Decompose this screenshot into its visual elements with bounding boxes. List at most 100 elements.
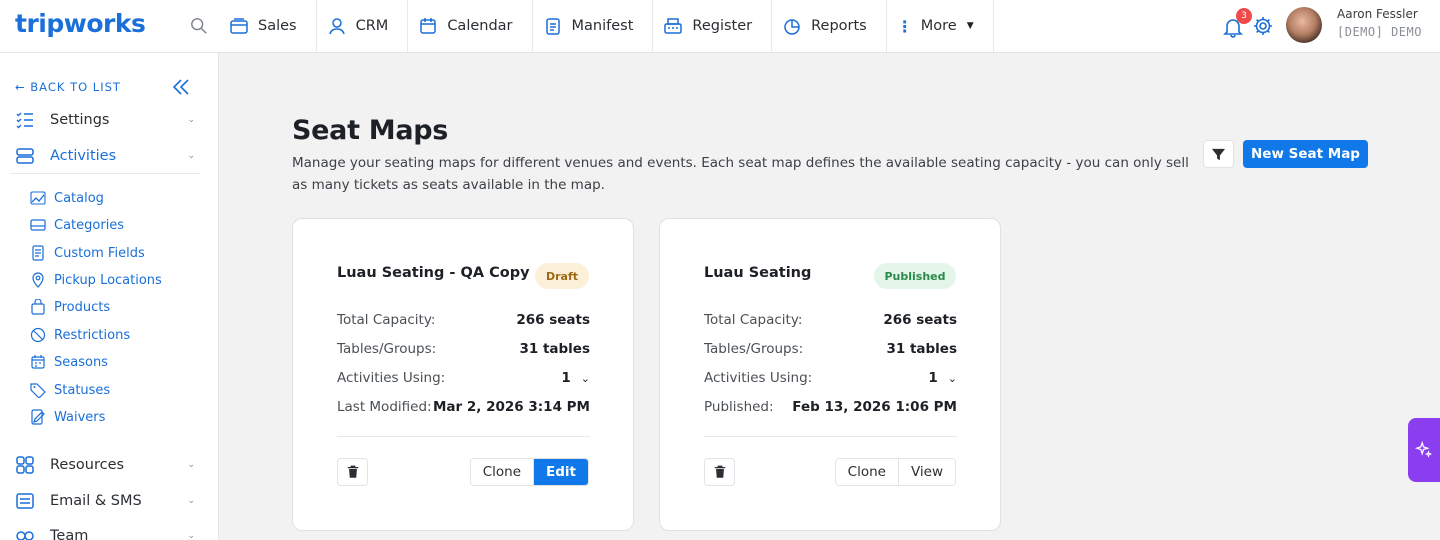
sidebar-item-label: Pickup Locations <box>54 272 162 288</box>
pie-chart-icon <box>782 16 802 36</box>
sidebar-item-waivers[interactable]: Waivers <box>30 408 105 426</box>
clone-button[interactable]: Clone <box>835 459 898 485</box>
sidebar-item-label: Products <box>54 299 111 315</box>
nav-register[interactable]: Register <box>653 0 773 52</box>
card-title[interactable]: Luau Seating <box>704 265 811 281</box>
row-value: 1 <box>561 370 571 386</box>
chevron-down-icon: ⌄ <box>187 151 195 161</box>
delete-button[interactable] <box>704 458 735 486</box>
card-row: Total Capacity: 266 seats <box>704 310 957 330</box>
team-icon <box>15 526 35 540</box>
view-button[interactable]: View <box>897 459 955 485</box>
trash-icon <box>714 465 725 478</box>
search-icon[interactable] <box>190 17 208 35</box>
edit-button[interactable]: Edit <box>533 459 588 485</box>
clone-button[interactable]: Clone <box>470 459 534 485</box>
chevron-down-icon: ⌄ <box>187 460 195 470</box>
avatar[interactable] <box>1286 7 1322 43</box>
ai-assistant-button[interactable] <box>1408 418 1440 482</box>
signature-icon <box>31 409 45 425</box>
row-value: 1 <box>928 370 938 386</box>
divider <box>704 436 957 437</box>
sidebar-item-restrictions[interactable]: Restrictions <box>30 326 130 344</box>
status-badge: Published <box>874 263 956 289</box>
back-to-list-link[interactable]: ← BACK TO LIST <box>15 80 121 94</box>
divider <box>10 173 200 174</box>
delete-button[interactable] <box>337 458 368 486</box>
card-row: Activities Using: 1 ⌄ <box>337 368 590 388</box>
categories-icon <box>30 219 46 231</box>
main-nav: Sales CRM Calendar Manifest Register Rep… <box>219 0 994 52</box>
sidebar-section-team[interactable]: Team ⌄ <box>15 524 200 540</box>
bag-icon <box>31 299 45 315</box>
nav-reports-label: Reports <box>811 18 867 34</box>
user-org: [DEMO] DEMO <box>1337 25 1422 39</box>
new-seat-map-button[interactable]: New Seat Map <box>1243 140 1368 168</box>
card-row: Activities Using: 1 ⌄ <box>704 368 957 388</box>
chevron-down-icon: ⌄ <box>580 372 590 385</box>
sidebar-item-seasons[interactable]: Seasons <box>30 353 108 371</box>
sidebar-item-label: Waivers <box>54 409 106 425</box>
row-value: Mar 2, 2026 3:14 PM <box>432 399 590 415</box>
sidebar-item-products[interactable]: Products <box>30 298 110 316</box>
card-title[interactable]: Luau Seating - QA Copy <box>337 265 530 281</box>
sidebar-section-email-sms[interactable]: Email & SMS ⌄ <box>15 489 200 513</box>
sidebar-section-resources[interactable]: Resources ⌄ <box>15 453 200 477</box>
card-row: Published: Feb 13, 2026 1:06 PM <box>704 397 957 417</box>
sidebar-section-settings[interactable]: Settings ⌄ <box>15 108 200 132</box>
mail-icon <box>15 491 35 511</box>
sidebar-item-label: Statuses <box>54 382 111 398</box>
row-value: Feb 13, 2026 1:06 PM <box>792 399 957 415</box>
store-icon <box>229 16 249 36</box>
chevron-down-icon: ⌄ <box>187 496 195 506</box>
card-actions: Clone View <box>834 458 956 486</box>
activities-dropdown[interactable]: 1 ⌄ <box>928 370 957 386</box>
nav-calendar[interactable]: Calendar <box>408 0 533 52</box>
card-row: Total Capacity: 266 seats <box>337 310 590 330</box>
page-description: Manage your seating maps for different v… <box>292 155 1189 193</box>
register-icon <box>663 16 683 36</box>
nav-reports[interactable]: Reports <box>772 0 887 52</box>
tripworks-logo[interactable]: tripworks <box>15 9 146 38</box>
gear-icon[interactable] <box>1252 15 1274 37</box>
nav-calendar-label: Calendar <box>447 18 513 34</box>
notification-badge: 3 <box>1236 8 1252 24</box>
row-value: 266 seats <box>516 312 590 328</box>
sidebar-item-categories[interactable]: Categories <box>30 216 124 234</box>
nav-more[interactable]: ⋮ More ▼ <box>887 0 994 52</box>
ban-icon <box>30 327 46 343</box>
sidebar: ← BACK TO LIST Settings ⌄ Activities ⌄ C… <box>0 53 219 540</box>
row-value: 266 seats <box>883 312 957 328</box>
row-value: 31 tables <box>886 341 957 357</box>
pin-icon <box>32 272 44 288</box>
sidebar-section-label: Team <box>50 528 89 540</box>
sidebar-item-label: Seasons <box>54 354 108 370</box>
nav-crm[interactable]: CRM <box>317 0 409 52</box>
sidebar-item-pickup-locations[interactable]: Pickup Locations <box>30 271 162 289</box>
chevron-down-icon: ⌄ <box>187 531 195 540</box>
sidebar-item-label: Custom Fields <box>54 245 145 261</box>
nav-manifest-label: Manifest <box>571 18 634 34</box>
row-label: Last Modified: <box>337 399 432 415</box>
seat-map-card: Luau Seating Published Total Capacity: 2… <box>659 218 1001 531</box>
activities-dropdown[interactable]: 1 ⌄ <box>561 370 590 386</box>
filter-button[interactable] <box>1203 140 1234 168</box>
row-label: Published: <box>704 399 774 415</box>
collapse-sidebar-icon[interactable] <box>171 77 191 97</box>
nav-sales-label: Sales <box>258 18 297 34</box>
row-label: Activities Using: <box>337 370 446 386</box>
nav-manifest[interactable]: Manifest <box>533 0 654 52</box>
sidebar-item-statuses[interactable]: Statuses <box>30 381 110 399</box>
card-row: Last Modified: Mar 2, 2026 3:14 PM <box>337 397 590 417</box>
sidebar-item-label: Categories <box>54 217 125 233</box>
user-icon <box>327 16 347 36</box>
sidebar-section-label: Email & SMS <box>50 493 142 509</box>
sidebar-section-activities[interactable]: Activities ⌄ <box>15 144 200 168</box>
sidebar-item-custom-fields[interactable]: Custom Fields <box>30 244 145 262</box>
nav-more-label: More <box>920 18 957 34</box>
nav-sales[interactable]: Sales <box>219 0 317 52</box>
sidebar-item-catalog[interactable]: Catalog <box>30 189 104 207</box>
page-title: Seat Maps <box>292 115 449 146</box>
filter-icon <box>1211 148 1226 160</box>
user-name[interactable]: Aaron Fessler <box>1337 7 1418 21</box>
